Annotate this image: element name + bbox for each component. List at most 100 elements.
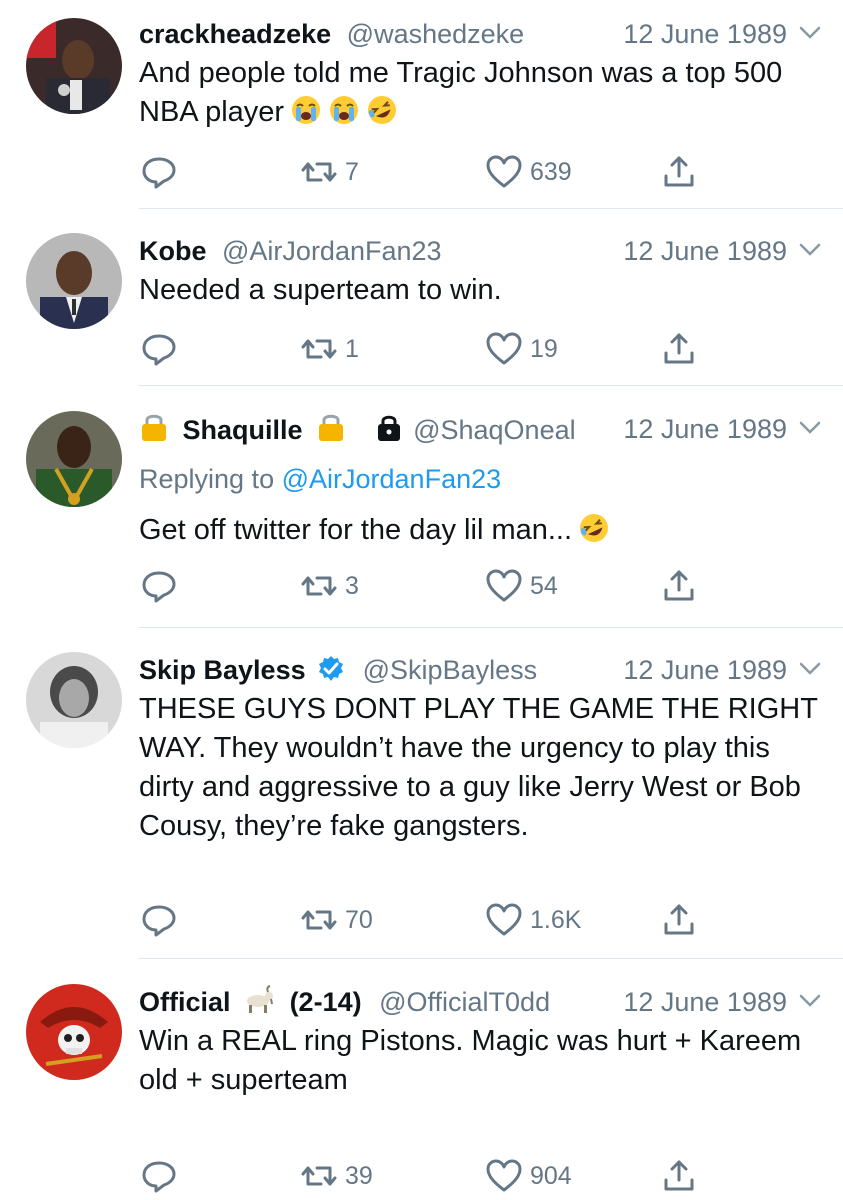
heart-icon <box>486 569 522 602</box>
lock-emoji-icon <box>319 414 344 441</box>
tweet-header: crackheadzeke @washedzeke 12 June 1989 <box>139 16 821 52</box>
user-handle[interactable]: @AirJordanFan23 <box>222 236 442 266</box>
reply-button[interactable] <box>139 329 179 369</box>
like-button[interactable]: 19 <box>484 329 558 369</box>
share-icon <box>664 333 694 364</box>
tweet-date[interactable]: 12 June 1989 <box>623 411 787 447</box>
like-button[interactable]: 54 <box>484 566 558 606</box>
share-icon <box>664 1160 694 1191</box>
heart-icon <box>486 332 522 365</box>
share-button[interactable] <box>659 1156 699 1196</box>
rolling-on-floor-laughing-emoji <box>580 514 609 542</box>
user-handle[interactable]: @OfficialT0dd <box>379 987 550 1017</box>
tweet-header: Skip Bayless @SkipBayless 12 June 1989 <box>139 652 821 688</box>
share-icon <box>664 570 694 601</box>
tweet-text: And people told me Tragic Johnson was a … <box>139 57 783 128</box>
display-name[interactable]: Shaquille <box>183 415 303 445</box>
like-count: 1.6K <box>530 905 582 934</box>
tweet-divider <box>139 385 843 386</box>
heart-icon <box>486 155 522 188</box>
reply-mention-link[interactable]: @AirJordanFan23 <box>282 464 502 494</box>
tweet-date[interactable]: 12 June 1989 <box>623 16 787 52</box>
avatar[interactable] <box>26 411 122 507</box>
tweet-divider <box>139 627 843 628</box>
retweet-icon <box>301 1166 337 1186</box>
avatar[interactable] <box>26 652 122 748</box>
tweet-actions: 1 19 <box>139 329 739 369</box>
retweet-button[interactable]: 3 <box>299 566 359 606</box>
reply-icon <box>142 571 176 603</box>
share-icon <box>664 904 694 935</box>
tweet-date[interactable]: 12 June 1989 <box>623 652 787 688</box>
display-name[interactable]: Official <box>139 987 231 1017</box>
retweet-icon <box>301 339 337 359</box>
like-button[interactable]: 1.6K <box>484 900 581 940</box>
verified-badge-icon <box>319 656 344 681</box>
retweet-icon <box>301 910 337 930</box>
user-handle[interactable]: @washedzeke <box>347 19 525 49</box>
replying-to: Replying to @AirJordanFan23 <box>139 461 821 497</box>
reply-icon <box>142 157 176 189</box>
chevron-down-icon[interactable] <box>799 661 821 677</box>
like-count: 19 <box>530 334 558 363</box>
tweet-text: Get off twitter for the day lil man... <box>139 511 821 550</box>
like-button[interactable]: 904 <box>484 1156 572 1196</box>
avatar[interactable] <box>26 984 122 1080</box>
display-name[interactable]: Skip Bayless <box>139 655 306 685</box>
lock-emoji-icon <box>142 414 166 441</box>
like-count: 54 <box>530 571 558 600</box>
share-button[interactable] <box>659 566 699 606</box>
retweet-count: 3 <box>345 571 359 600</box>
chevron-down-icon[interactable] <box>799 993 821 1009</box>
tweet-date[interactable]: 12 June 1989 <box>623 233 787 269</box>
heart-icon <box>486 903 522 936</box>
tweet-header: Kobe @AirJordanFan23 12 June 1989 <box>139 233 821 269</box>
loudly-crying-face-emoji <box>330 96 359 124</box>
retweet-count: 1 <box>345 334 359 363</box>
retweet-button[interactable]: 70 <box>299 900 373 940</box>
like-count: 904 <box>530 1161 572 1190</box>
user-handle[interactable]: @ShaqOneal <box>413 415 576 445</box>
retweet-icon <box>301 162 337 182</box>
rolling-on-floor-laughing-emoji <box>368 96 397 124</box>
reply-button[interactable] <box>139 566 179 606</box>
tweet-header: Shaquille @ShaqOneal 12 June 1989 <box>139 411 821 447</box>
share-button[interactable] <box>659 329 699 369</box>
avatar[interactable] <box>26 233 122 329</box>
like-count: 639 <box>530 157 572 186</box>
avatar[interactable] <box>26 18 122 114</box>
reply-button[interactable] <box>139 1156 179 1196</box>
heart-icon <box>486 1159 522 1192</box>
reply-button[interactable] <box>139 900 179 940</box>
user-handle[interactable]: @SkipBayless <box>363 655 537 685</box>
share-button[interactable] <box>659 900 699 940</box>
share-icon <box>664 156 694 187</box>
share-button[interactable] <box>659 152 699 192</box>
chevron-down-icon[interactable] <box>799 242 821 258</box>
tweet-actions: 3 54 <box>139 566 739 606</box>
tweet-actions: 39 904 <box>139 1156 739 1196</box>
name-suffix: (2-14) <box>289 987 362 1017</box>
chevron-down-icon[interactable] <box>799 25 821 41</box>
reply-button[interactable] <box>139 152 179 192</box>
retweet-icon <box>301 576 337 596</box>
retweet-button[interactable]: 1 <box>299 329 359 369</box>
display-name[interactable]: Kobe <box>139 236 207 266</box>
retweet-count: 70 <box>345 905 373 934</box>
retweet-button[interactable]: 39 <box>299 1156 373 1196</box>
like-button[interactable]: 639 <box>484 152 572 192</box>
loudly-crying-face-emoji <box>292 96 321 124</box>
display-name[interactable]: crackheadzeke <box>139 19 331 49</box>
tweet-date[interactable]: 12 June 1989 <box>623 984 787 1020</box>
tweet-text: THESE GUYS DONT PLAY THE GAME THE RIGHT … <box>139 693 818 842</box>
chevron-down-icon[interactable] <box>799 420 821 436</box>
protected-lock-icon <box>377 415 400 441</box>
tweet-text: Win a REAL ring Pistons. Magic was hurt … <box>139 1025 802 1096</box>
reply-icon <box>142 905 176 937</box>
retweet-count: 7 <box>345 157 359 186</box>
retweet-button[interactable]: 7 <box>299 152 359 192</box>
retweet-count: 39 <box>345 1161 373 1190</box>
reply-icon <box>142 1161 176 1193</box>
tweet-divider <box>139 208 843 209</box>
tweet-feed: crackheadzeke @washedzeke 12 June 1989 A… <box>0 0 843 1200</box>
